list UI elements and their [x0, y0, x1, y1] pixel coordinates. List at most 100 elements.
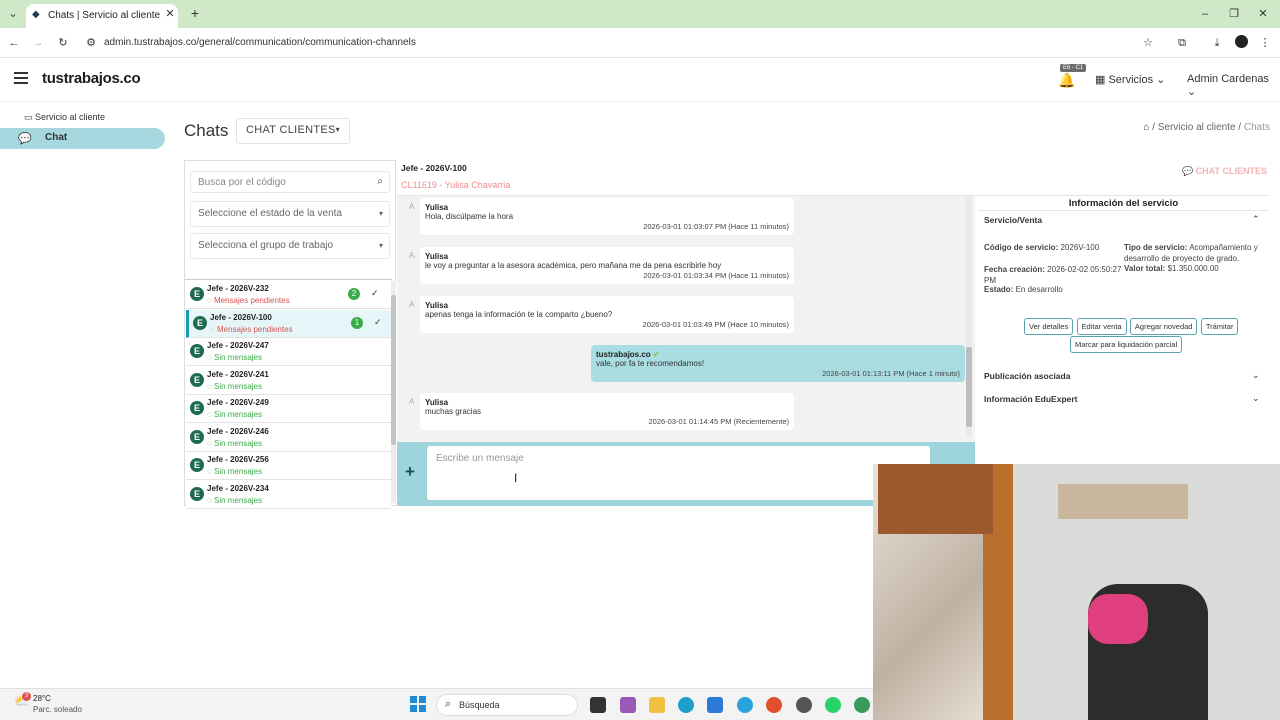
- chevron-down-icon: ▾: [378, 209, 383, 218]
- hamburger-icon[interactable]: [14, 72, 28, 84]
- chat-list-item[interactable]: E Jefe - 2026V-256 ◌ Sin mensajes: [186, 452, 391, 480]
- file-explorer-icon[interactable]: [649, 697, 665, 713]
- telegram-icon[interactable]: [737, 697, 753, 713]
- conversation-header: Jefe - 2026V-100 CL11619 - Yulisa Chavar…: [397, 160, 1269, 196]
- user-menu[interactable]: Admin Cardenas ⌄: [1187, 73, 1280, 98]
- message-time: 2026-03-01 01:03:34 PM (Hace 11 minutos): [643, 271, 789, 280]
- message-sender: Yulisa: [425, 203, 789, 212]
- avatar: E: [190, 344, 204, 358]
- avatar: E: [190, 486, 204, 501]
- process-button[interactable]: Trámitar: [1200, 318, 1239, 335]
- chat-list-item[interactable]: E Jefe - 2026V-234 ◌ Sin mensajes: [186, 480, 391, 509]
- temperature: 28°C: [33, 694, 51, 703]
- channel-dropdown[interactable]: CHAT CLIENTES ▾: [236, 118, 350, 144]
- restore-icon[interactable]: ❐: [1227, 6, 1241, 22]
- whatsapp-icon[interactable]: [825, 697, 841, 713]
- message-text: Hola, discúlpame la hora: [425, 212, 514, 221]
- chat-list-scrollbar[interactable]: [391, 281, 396, 503]
- view-details-button[interactable]: Ver detalles: [1024, 318, 1074, 335]
- partial-liquidation-button[interactable]: Marcar para liquidación parcial: [1070, 336, 1183, 353]
- message-text: vale, por fa te recomendamos!: [596, 359, 705, 368]
- bookmark-star-icon[interactable]: ☆: [1140, 35, 1156, 51]
- edge-icon[interactable]: [678, 697, 694, 713]
- sidebar-section-label: Servicio al cliente: [35, 112, 106, 122]
- section-publicacion[interactable]: Publicación asociada: [984, 371, 1070, 381]
- chat-list-item[interactable]: E Jefe - 2026V-100 ◌ Mensajes pendientes 1 ✓: [186, 309, 391, 338]
- sender-marker: A: [409, 300, 415, 309]
- chrome-profile-icon[interactable]: [854, 697, 870, 713]
- check-icon[interactable]: ✓: [374, 317, 382, 328]
- breadcrumb-home[interactable]: Servicio al cliente: [1158, 122, 1236, 133]
- profile-avatar[interactable]: [1235, 35, 1248, 48]
- extensions-icon[interactable]: ⧉: [1174, 35, 1190, 51]
- edit-sale-button[interactable]: Editar venta: [1076, 318, 1127, 335]
- chat-status-text: Sin mensajes: [213, 495, 263, 505]
- logo[interactable]: tustrabajos.co: [42, 70, 141, 87]
- minimize-icon[interactable]: –: [1198, 6, 1212, 22]
- store-icon[interactable]: [707, 697, 723, 713]
- windows-start-icon[interactable]: [410, 696, 426, 712]
- download-icon[interactable]: ⤓: [1209, 35, 1225, 51]
- sender-marker: A: [409, 397, 415, 406]
- back-icon[interactable]: ←: [6, 35, 22, 51]
- services-menu[interactable]: ▦ Servicios ⌄: [1095, 73, 1165, 86]
- section-servicio-venta[interactable]: Servicio/Venta: [984, 215, 1042, 225]
- message-icon: ◌: [207, 410, 214, 419]
- work-group-select[interactable]: Selecciona el grupo de trabajo ▾: [190, 233, 390, 259]
- chat-status: ◌ Sin mensajes: [207, 467, 262, 476]
- chat-list-item[interactable]: E Jefe - 2026V-246 ◌ Sin mensajes: [186, 423, 391, 452]
- chrome-icon[interactable]: [766, 697, 782, 713]
- message-input[interactable]: Escribe un mensaje: [427, 446, 930, 500]
- app-icon[interactable]: [796, 697, 812, 713]
- sender-marker: A: [409, 251, 415, 260]
- total-amount: $1.350.000.00: [1167, 264, 1219, 273]
- reload-icon[interactable]: ↻: [55, 35, 71, 51]
- attach-plus-icon[interactable]: +: [405, 462, 415, 482]
- chevron-down-icon[interactable]: ⌄: [1252, 370, 1260, 381]
- chevron-down-icon[interactable]: ⌄: [1252, 393, 1260, 404]
- incoming-message: Yulisa Hola, discúlpame la hora 2026-03-01…: [420, 198, 794, 235]
- chat-list-item[interactable]: E Jefe - 2026V-241 ◌ Sin mensajes: [186, 366, 391, 395]
- bell-icon[interactable]: 🔔: [1058, 72, 1075, 89]
- home-icon[interactable]: ⌂: [1143, 122, 1149, 133]
- search-input[interactable]: Busca por el código ⌕: [190, 171, 390, 193]
- close-window-icon[interactable]: ✕: [1256, 6, 1270, 22]
- work-group-value: Selecciona el grupo de trabajo: [198, 240, 334, 251]
- site-favicon-icon: ◆: [32, 9, 40, 20]
- browser-tab[interactable]: Chats | Servicio al cliente: [26, 4, 178, 28]
- action-buttons: Ver detalles Editar venta Agregar noveda…: [1024, 318, 1239, 335]
- chat-list-item[interactable]: E Jefe - 2026V-249 ◌ Sin mensajes: [186, 395, 391, 423]
- client-name[interactable]: CL11619 - Yulisa Chavarria: [401, 180, 510, 190]
- message-time: 2026-03-01 01:03:49 PM (Hace 10 minutos): [642, 320, 789, 329]
- chevron-up-icon[interactable]: ⌃: [1252, 214, 1260, 225]
- notification-badge: E6 - C1: [1060, 64, 1087, 72]
- avatar: E: [190, 458, 204, 472]
- section-eduexpert[interactable]: Información EduExpert: [984, 394, 1078, 404]
- check-icon[interactable]: ✓: [371, 288, 379, 299]
- sender-name: Yulisa: [425, 301, 449, 310]
- site-info-icon[interactable]: ⚙: [84, 35, 98, 51]
- chat-list-item[interactable]: E Jefe - 2026V-247 ◌ Sin mensajes: [186, 338, 391, 366]
- services-label: Servicios: [1108, 74, 1154, 86]
- add-news-button[interactable]: Agregar novedad: [1129, 318, 1198, 335]
- close-tab-icon[interactable]: ✕: [164, 6, 176, 22]
- forward-icon[interactable]: →: [30, 35, 46, 51]
- tab-list-icon[interactable]: ⌄: [6, 6, 20, 22]
- chat-status: ◌ Sin mensajes: [207, 353, 262, 362]
- sale-state-select[interactable]: Seleccione el estado de la venta ▾: [190, 201, 390, 227]
- search-icon[interactable]: ⌕: [377, 176, 383, 187]
- task-view-icon[interactable]: [590, 697, 606, 713]
- url-text[interactable]: admin.tustrabajos.co/general/communicati…: [104, 37, 416, 48]
- pink-object: [1088, 594, 1148, 644]
- service-type: Tipo de servicio: Acompañamiento y desar…: [1124, 242, 1264, 264]
- sidebar-item-chat[interactable]: 💬 Chat: [0, 128, 165, 149]
- chat-name: Jefe - 2026V-247: [207, 341, 269, 350]
- chat-list-item[interactable]: E Jefe - 2026V-232 ◌ Mensajes pendientes 2 ✓: [186, 281, 391, 309]
- message-text: apenas tenga la información te la compar…: [425, 310, 613, 319]
- copilot-icon[interactable]: [620, 697, 636, 713]
- messages-scrollbar[interactable]: [966, 197, 972, 437]
- sender-name: tustrabajos.co: [596, 350, 651, 359]
- new-tab-icon[interactable]: +: [188, 5, 202, 21]
- menu-icon[interactable]: ⋮: [1258, 35, 1272, 51]
- taskbar-search[interactable]: ⌕ Búsqueda: [436, 694, 578, 716]
